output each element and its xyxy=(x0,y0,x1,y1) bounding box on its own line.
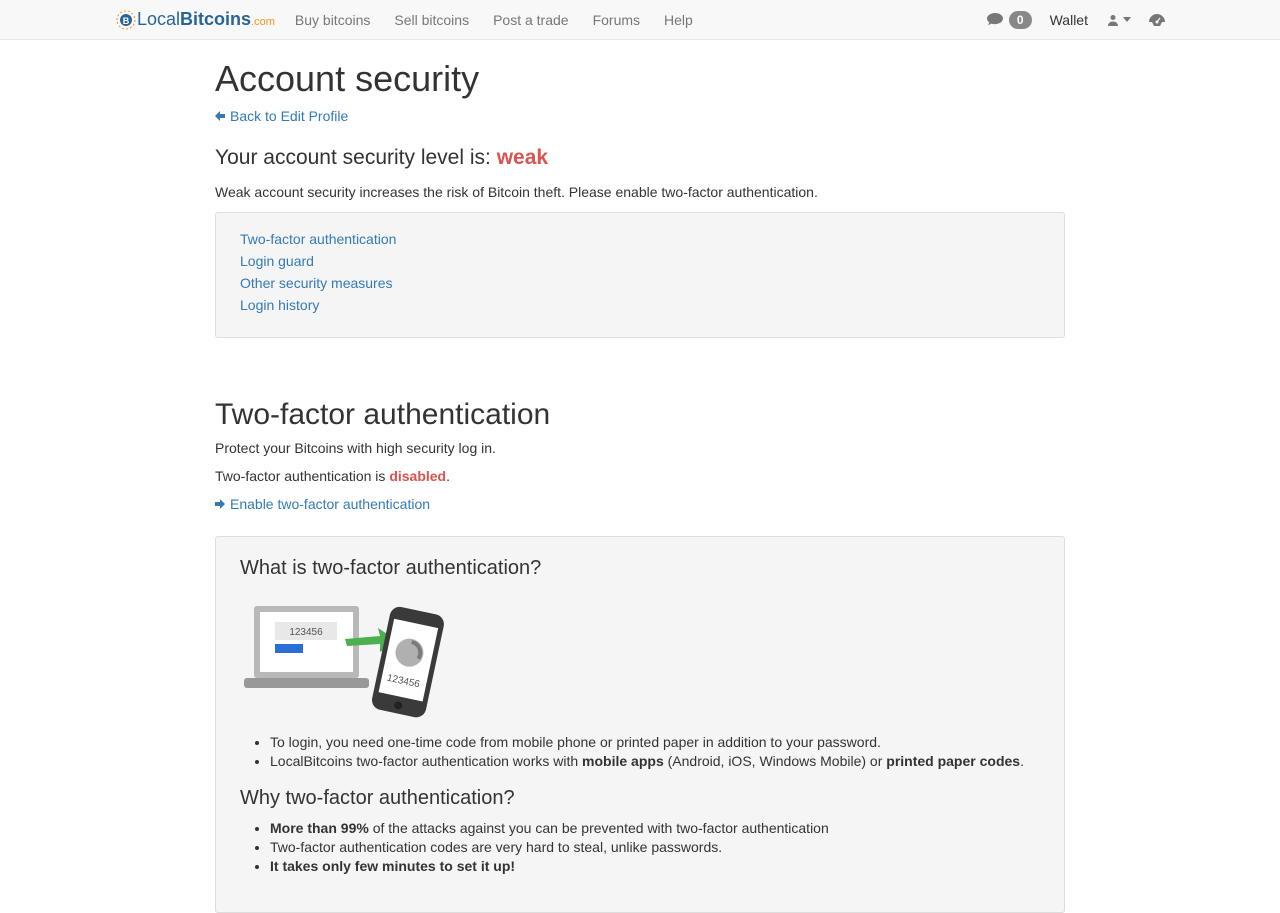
security-level-line: Your account security level is: weak xyxy=(215,146,1065,170)
logo-text: LocalBitcoins.com xyxy=(137,9,275,30)
arrow-left-icon xyxy=(215,111,225,121)
info-panel: What is two-factor authentication? 12345… xyxy=(215,536,1065,913)
nav-help[interactable]: Help xyxy=(664,12,693,28)
why-list: More than 99% of the attacks against you… xyxy=(270,820,1040,874)
user-icon xyxy=(1106,13,1120,27)
messages-count: 0 xyxy=(1009,11,1032,29)
why-bullet-2: Two-factor authentication codes are very… xyxy=(270,839,1040,855)
svg-text:B: B xyxy=(123,16,130,26)
what-heading: What is two-factor authentication? xyxy=(240,557,1040,580)
toc-panel: Two-factor authentication Login guard Ot… xyxy=(215,212,1065,338)
two-factor-status: Two-factor authentication is disabled. xyxy=(215,468,1065,484)
toc-two-factor[interactable]: Two-factor authentication xyxy=(240,231,396,247)
what-bullet-2: LocalBitcoins two-factor authentication … xyxy=(270,753,1040,769)
warning-text: Weak account security increases the risk… xyxy=(215,184,1065,200)
toc-other[interactable]: Other security measures xyxy=(240,275,393,291)
svg-text:123456: 123456 xyxy=(289,627,323,638)
nav-buy[interactable]: Buy bitcoins xyxy=(295,12,370,28)
logo-link[interactable]: B LocalBitcoins.com xyxy=(115,9,275,31)
wallet-link[interactable]: Wallet xyxy=(1050,12,1088,28)
what-bullet-1: To login, you need one-time code from mo… xyxy=(270,734,1040,750)
two-factor-illustration: 123456 123456 xyxy=(240,594,1040,724)
nav-forums[interactable]: Forums xyxy=(593,12,640,28)
chevron-down-icon xyxy=(1123,17,1131,23)
comment-icon xyxy=(986,12,1004,27)
back-to-profile-link[interactable]: Back to Edit Profile xyxy=(215,108,348,124)
dashboard-icon-link[interactable] xyxy=(1149,13,1165,27)
nav-sell[interactable]: Sell bitcoins xyxy=(394,12,469,28)
user-menu[interactable] xyxy=(1106,13,1131,27)
dashboard-icon xyxy=(1149,13,1165,27)
back-label: Back to Edit Profile xyxy=(230,108,348,124)
navbar: B LocalBitcoins.com Buy bitcoins Sell bi… xyxy=(0,0,1280,40)
nav-links: Buy bitcoins Sell bitcoins Post a trade … xyxy=(295,12,693,28)
two-factor-heading: Two-factor authentication xyxy=(215,398,1065,432)
page-title: Account security xyxy=(215,58,1065,100)
logo-icon: B xyxy=(115,9,137,31)
why-heading: Why two-factor authentication? xyxy=(240,787,1040,810)
level-value: weak xyxy=(497,146,548,169)
why-bullet-1: More than 99% of the attacks against you… xyxy=(270,820,1040,836)
messages-link[interactable]: 0 xyxy=(986,11,1032,29)
two-factor-subtext: Protect your Bitcoins with high security… xyxy=(215,440,1065,456)
status-disabled: disabled xyxy=(389,468,446,484)
level-prefix: Your account security level is: xyxy=(215,146,491,169)
enable-two-factor-link[interactable]: Enable two-factor authentication xyxy=(215,496,430,512)
arrow-right-icon xyxy=(215,499,225,509)
enable-label: Enable two-factor authentication xyxy=(230,496,430,512)
what-list: To login, you need one-time code from mo… xyxy=(270,734,1040,769)
toc-login-guard[interactable]: Login guard xyxy=(240,253,314,269)
toc-login-history[interactable]: Login history xyxy=(240,297,319,313)
why-bullet-3: It takes only few minutes to set it up! xyxy=(270,858,1040,874)
nav-post[interactable]: Post a trade xyxy=(493,12,569,28)
